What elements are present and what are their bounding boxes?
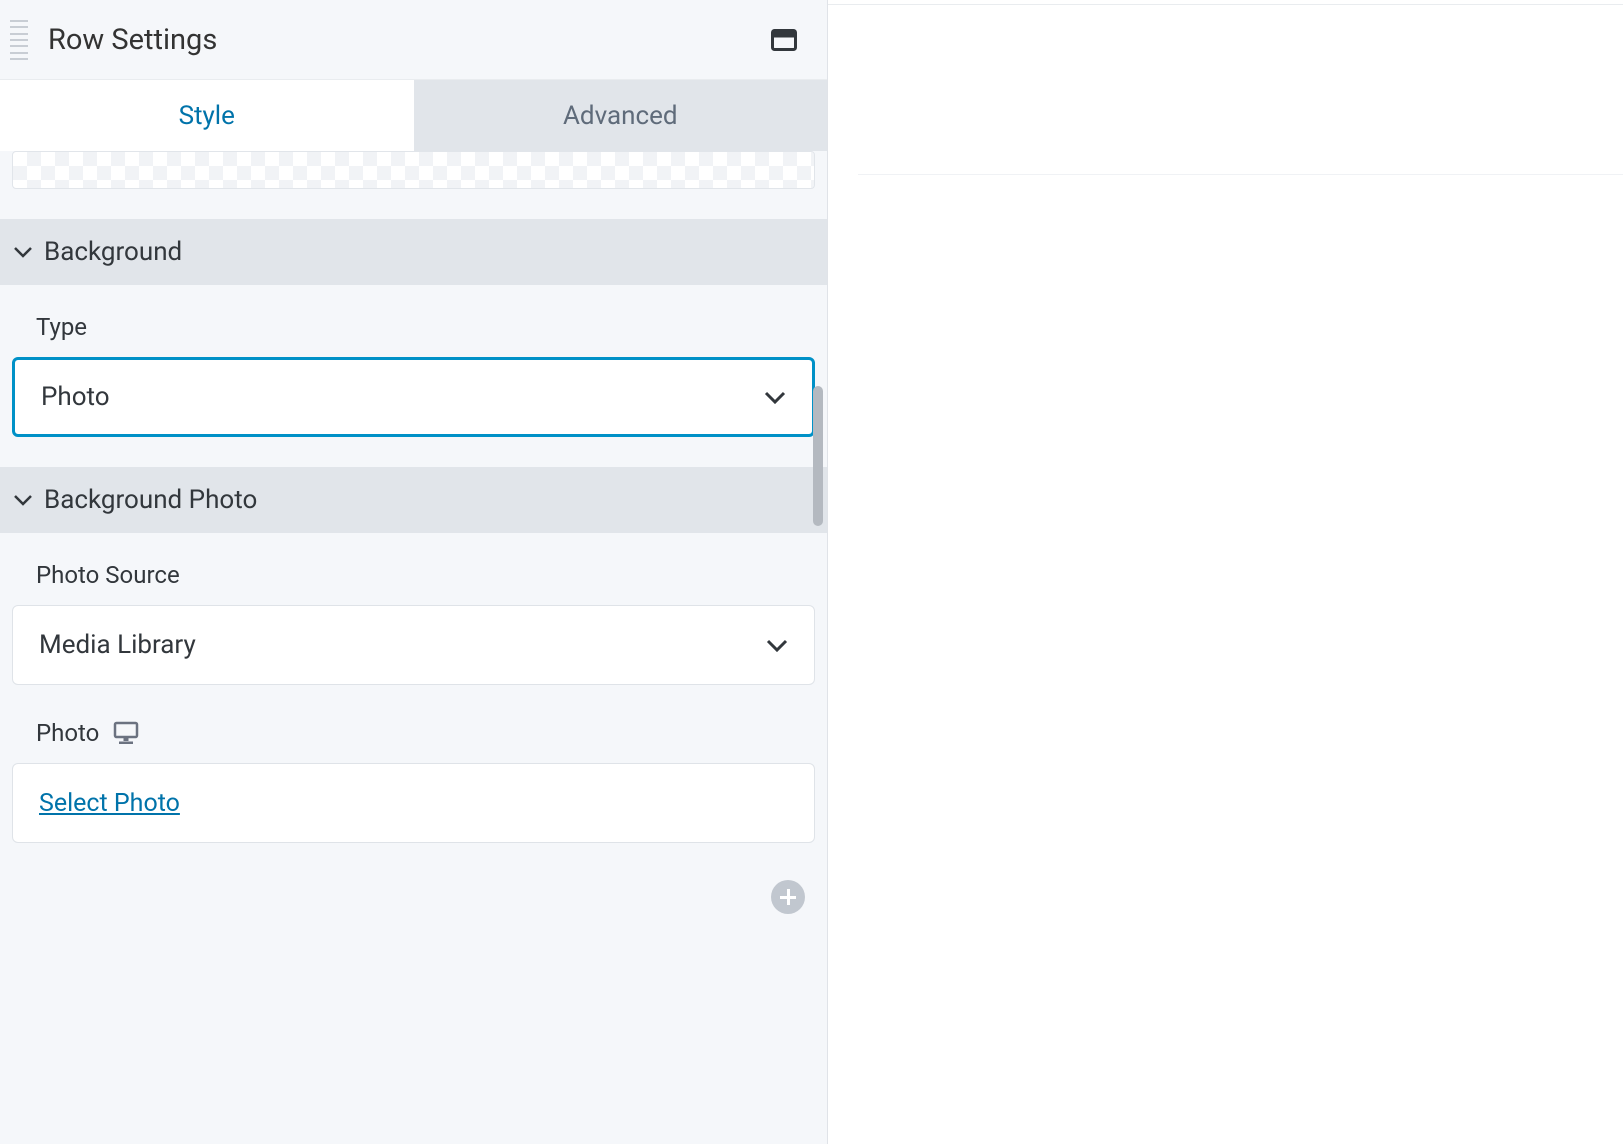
chevron-down-icon (14, 491, 32, 509)
section-title: Background Photo (44, 485, 257, 515)
section-header-background-photo[interactable]: Background Photo (0, 467, 827, 533)
drag-handle[interactable] (10, 18, 30, 62)
divider (828, 4, 1623, 5)
type-select-value: Photo (41, 382, 110, 412)
section-body-background-photo: Photo Source Media Library Photo (0, 533, 827, 873)
maximize-button[interactable] (771, 29, 797, 51)
chevron-down-icon (14, 243, 32, 261)
transparency-checker (13, 152, 814, 188)
add-button[interactable] (771, 880, 805, 914)
divider (858, 174, 1623, 175)
section-title: Background (44, 237, 182, 267)
photo-source-select[interactable]: Media Library (12, 605, 815, 685)
desktop-icon[interactable] (113, 721, 139, 745)
canvas-area (828, 0, 1623, 1144)
chevron-down-icon (766, 634, 788, 656)
window-icon (771, 29, 797, 51)
settings-panel: Row Settings Style Advanced Background T… (0, 0, 828, 1144)
field-label-photo-source: Photo Source (12, 561, 815, 589)
photo-label-text: Photo (36, 719, 99, 747)
type-select[interactable]: Photo (12, 357, 815, 437)
select-photo-link[interactable]: Select Photo (39, 789, 180, 818)
section-header-background[interactable]: Background (0, 219, 827, 285)
tabs: Style Advanced (0, 80, 827, 151)
panel-header: Row Settings (0, 0, 827, 80)
photo-source-value: Media Library (39, 630, 196, 660)
panel-body[interactable]: Background Type Photo Background Photo P… (0, 151, 827, 1144)
tab-style[interactable]: Style (0, 80, 414, 151)
tab-advanced[interactable]: Advanced (414, 80, 828, 151)
section-body-background: Type Photo (0, 285, 827, 467)
field-label-type: Type (12, 313, 815, 341)
field-label-photo: Photo (12, 719, 815, 747)
color-preview-remnant (12, 151, 815, 189)
select-photo-box[interactable]: Select Photo (12, 763, 815, 843)
panel-title: Row Settings (48, 23, 217, 57)
scrollbar-thumb[interactable] (813, 386, 823, 526)
chevron-down-icon (764, 386, 786, 408)
